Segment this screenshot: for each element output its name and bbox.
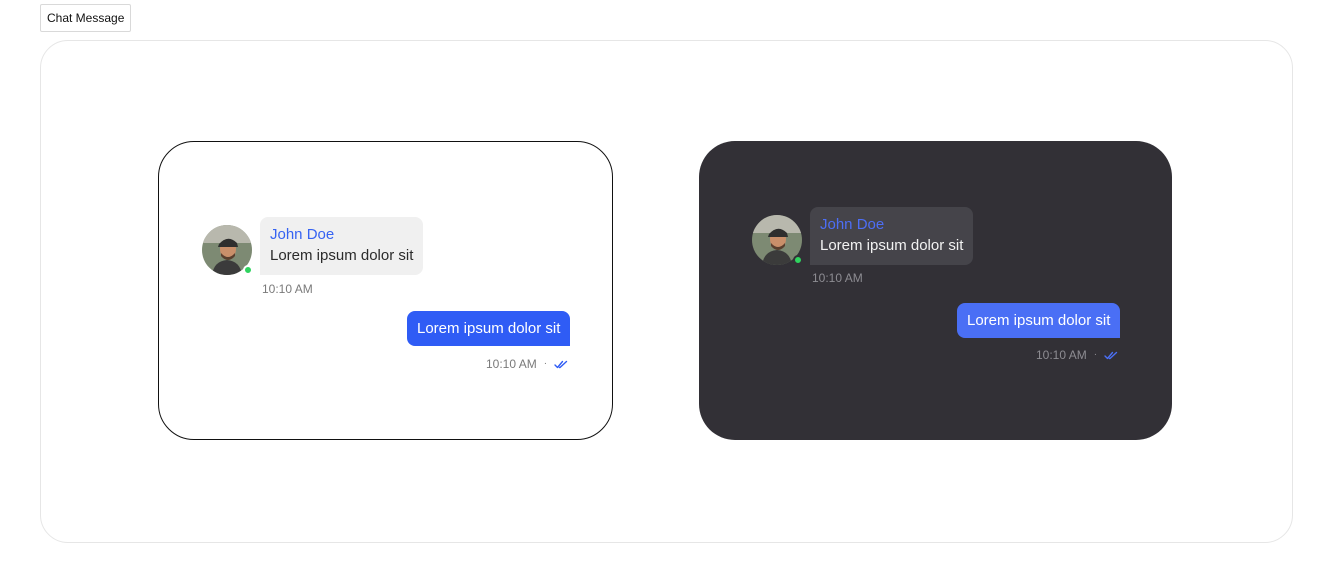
meta-separator: · [543,358,548,369]
chat-card-dark: John Doe Lorem ipsum dolor sit 10:10 AM … [699,141,1172,440]
avatar[interactable] [752,215,803,265]
online-status-icon [243,265,253,275]
outgoing-meta: 10:10 AM · [1036,347,1118,363]
sender-name[interactable]: John Doe [270,225,413,245]
tab-chat-message[interactable]: Chat Message [40,4,132,32]
chat-card-light: John Doe Lorem ipsum dolor sit 10:10 AM … [158,141,613,440]
outgoing-message-bubble[interactable]: Lorem ipsum dolor sit [407,311,571,346]
outgoing-timestamp: 10:10 AM [486,357,537,371]
outgoing-message-bubble[interactable]: Lorem ipsum dolor sit [957,303,1121,338]
outgoing-timestamp: 10:10 AM [1036,348,1087,362]
incoming-message-bubble[interactable]: John Doe Lorem ipsum dolor sit [260,217,424,275]
sender-name[interactable]: John Doe [820,215,963,235]
meta-separator: · [1093,349,1098,360]
online-status-icon [793,255,803,265]
message-text: Lorem ipsum dolor sit [270,247,414,264]
incoming-timestamp: 10:10 AM [812,271,863,285]
double-check-icon [554,360,568,369]
incoming-timestamp: 10:10 AM [262,282,313,296]
outgoing-meta: 10:10 AM · [486,356,568,372]
incoming-message-bubble[interactable]: John Doe Lorem ipsum dolor sit [810,207,974,265]
avatar[interactable] [202,225,253,275]
double-check-icon [1104,351,1118,360]
message-text: Lorem ipsum dolor sit [820,237,964,254]
